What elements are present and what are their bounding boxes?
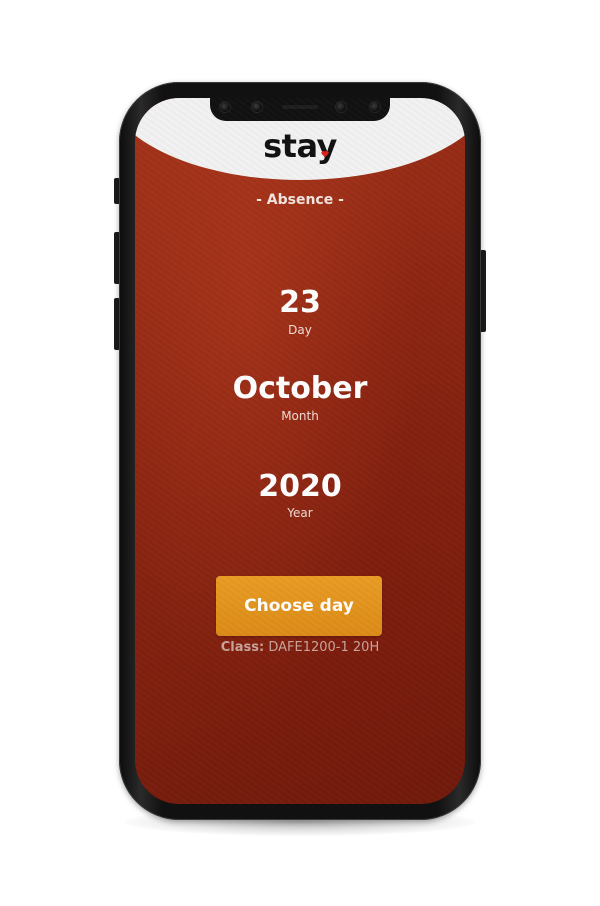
speaker-grille (282, 105, 318, 109)
phone-notch (210, 98, 390, 121)
sensor-icon (220, 102, 230, 112)
year-label: Year (287, 506, 313, 520)
heart-icon (321, 150, 329, 158)
app-screen: stay - Absence - 23 Day October Month 20… (135, 98, 465, 804)
section-title: - Absence - (256, 192, 344, 208)
month-value: October (232, 371, 368, 406)
device-mockup: stay - Absence - 23 Day October Month 20… (0, 0, 600, 906)
day-label: Day (288, 323, 312, 337)
front-camera-icon (336, 102, 346, 112)
year-value: 2020 (258, 469, 342, 504)
sensor-icon (370, 102, 380, 112)
app-logo: stay (263, 127, 337, 165)
camera-icon (252, 102, 262, 112)
day-value: 23 (279, 285, 321, 320)
month-label: Month (281, 409, 319, 423)
class-value: DAFE1200-1 20H (268, 640, 380, 655)
choose-day-button[interactable]: Choose day (216, 576, 382, 636)
class-key: Class: (220, 640, 265, 655)
class-info: Class: DAFE1200-1 20H (135, 640, 465, 655)
